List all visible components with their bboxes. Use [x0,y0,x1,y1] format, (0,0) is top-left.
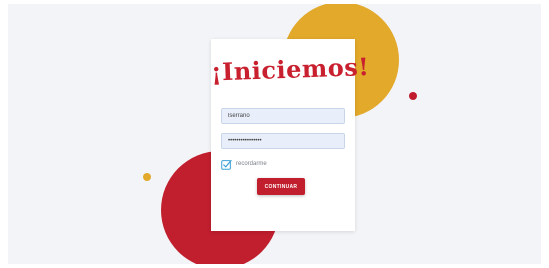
password-field[interactable] [221,133,345,149]
page-background: ¡Iniciemos! recordarme CONTINUAR [8,4,541,264]
decorative-red-dot [409,92,417,100]
checkbox-checked-icon[interactable] [221,159,232,170]
page-title: ¡Iniciemos! [210,51,370,87]
decorative-yellow-dot [143,173,151,181]
login-card: ¡Iniciemos! recordarme CONTINUAR [210,39,370,231]
remember-me-checkbox[interactable]: recordarme [221,158,267,170]
remember-me-label[interactable]: recordarme [236,161,267,167]
username-field[interactable] [221,108,345,124]
continue-button[interactable]: CONTINUAR [257,178,305,195]
